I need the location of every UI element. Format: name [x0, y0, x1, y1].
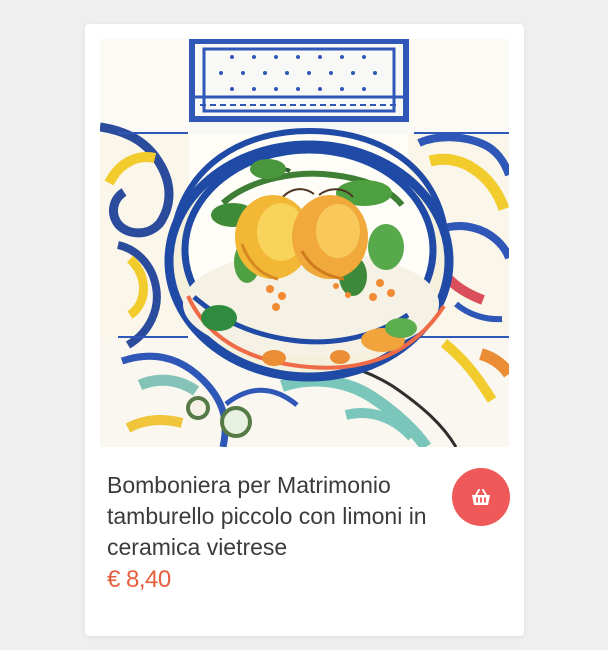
shopping-basket-icon [469, 485, 493, 509]
product-title[interactable]: Bomboniera per Matrimonio tamburello pic… [107, 470, 449, 563]
product-card[interactable]: Bomboniera per Matrimonio tamburello pic… [85, 24, 524, 636]
product-image[interactable] [100, 39, 509, 447]
add-to-cart-button[interactable] [452, 468, 510, 526]
product-price: € 8,40 [107, 566, 171, 593]
